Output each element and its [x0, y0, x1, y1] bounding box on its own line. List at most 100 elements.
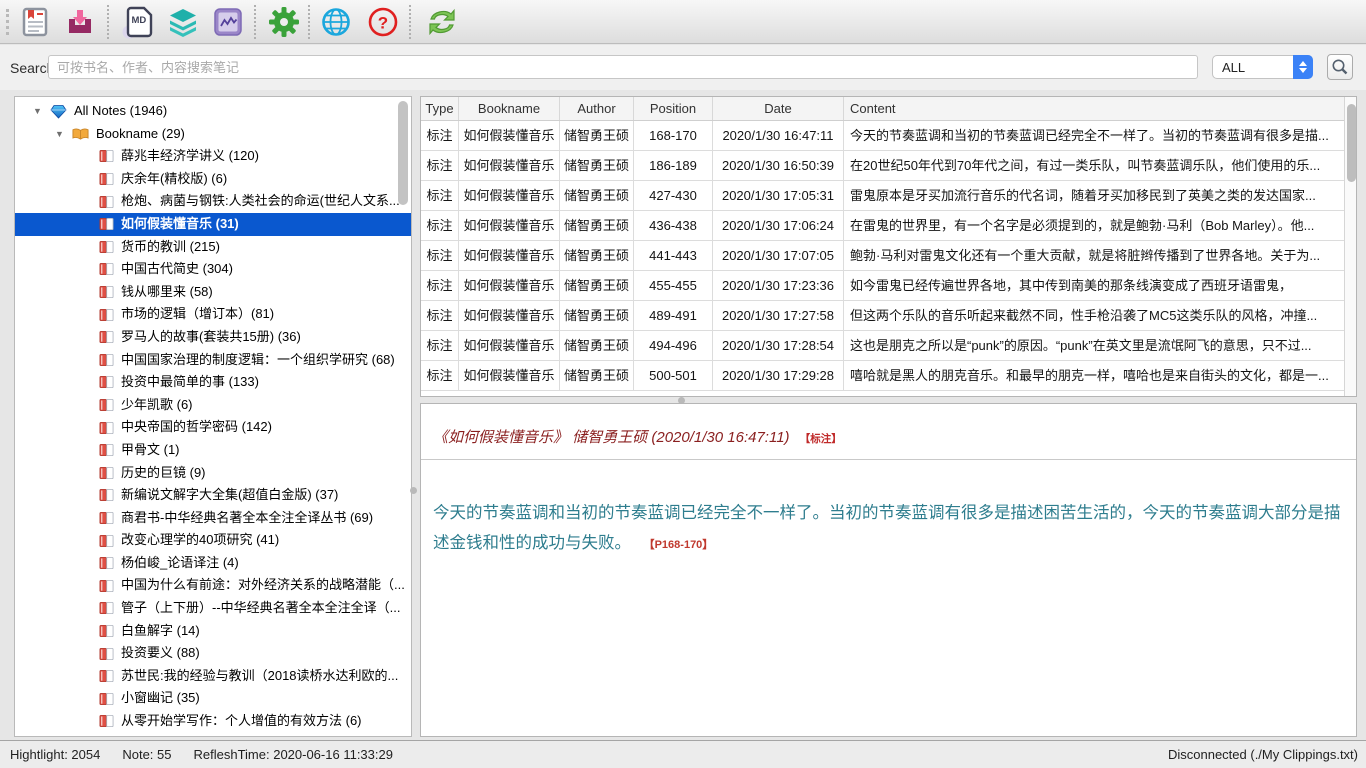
tree-item-book[interactable]: 枪炮、病菌与钢铁:人类社会的命运(世纪人文系...: [15, 190, 411, 213]
tree-item-book[interactable]: 杨伯峻_论语译注 (4): [15, 552, 411, 575]
table-row[interactable]: 标注如何假装懂音乐储智勇王硕500-5012020/1/30 17:29:28嘻…: [421, 361, 1356, 391]
red-book-icon: [99, 217, 114, 231]
table-cell: 489-491: [634, 301, 713, 330]
import-button[interactable]: [63, 5, 97, 39]
tree-item-book[interactable]: 小窗幽记 (35): [15, 687, 411, 710]
table-cell: 标注: [421, 361, 459, 390]
layers-export-button[interactable]: [166, 5, 200, 39]
tree-item-book[interactable]: 新编说文解字大全集(超值白金版) (37): [15, 484, 411, 507]
column-header-content[interactable]: Content: [844, 97, 1356, 120]
tree-item-book[interactable]: 中国国家治理的制度逻辑：一个组织学研究 (68): [15, 349, 411, 372]
red-book-icon: [99, 692, 114, 706]
search-input[interactable]: [48, 55, 1198, 79]
disclosure-triangle-icon[interactable]: ▼: [33, 100, 43, 123]
open-book-icon: [72, 127, 89, 141]
settings-button[interactable]: [267, 5, 301, 39]
table-row[interactable]: 标注如何假装懂音乐储智勇王硕441-4432020/1/30 17:07:05鲍…: [421, 241, 1356, 271]
tree-item-book[interactable]: 中国古代简史 (304): [15, 258, 411, 281]
tree-item-book[interactable]: 罗马人的故事(套装共15册) (36): [15, 326, 411, 349]
detail-position-badge: 【P168-170】: [644, 539, 714, 551]
tree-item-label: 投资中最简单的事 (133): [121, 371, 259, 394]
column-header-date[interactable]: Date: [713, 97, 844, 120]
dropdown-stepper: [1293, 55, 1313, 79]
tree-item-book[interactable]: 商君书-中华经典名著全本全注全译丛书 (69): [15, 507, 411, 530]
sidebar: ▼ All Notes (1946) ▼: [14, 96, 412, 737]
table-row[interactable]: 标注如何假装懂音乐储智勇王硕455-4552020/1/30 17:23:36如…: [421, 271, 1356, 301]
tree-item-book[interactable]: 市场的逻辑（增订本）(81): [15, 303, 411, 326]
tree-item-book[interactable]: 改变心理学的40项研究 (41): [15, 529, 411, 552]
table-cell: 储智勇王硕: [560, 181, 634, 210]
tree-item-book[interactable]: 苏世民:我的经验与教训（2018读桥水达利欧的...: [15, 665, 411, 688]
table-cell: 如何假装懂音乐: [459, 361, 560, 390]
tree-item-book[interactable]: 历史的巨镜 (9): [15, 462, 411, 485]
tree-item-book[interactable]: 投资中最简单的事 (133): [15, 371, 411, 394]
tree-item-book[interactable]: 少年凯歌 (6): [15, 394, 411, 417]
tree-item-label: 改变心理学的40项研究 (41): [121, 529, 279, 552]
table-cell: 如何假装懂音乐: [459, 301, 560, 330]
markdown-file-icon: MD: [121, 5, 155, 39]
tree-item-book[interactable]: 白鱼解字 (14): [15, 620, 411, 643]
table-row[interactable]: 标注如何假装懂音乐储智勇王硕494-4962020/1/30 17:28:54这…: [421, 331, 1356, 361]
tree-item-book[interactable]: 薛兆丰经济学讲义 (120): [15, 145, 411, 168]
tree-item-label: 新编说文解字大全集(超值白金版) (37): [121, 484, 338, 507]
tree-item-book[interactable]: 甲骨文 (1): [15, 439, 411, 462]
table-cell: 标注: [421, 241, 459, 270]
tree-item-book[interactable]: 管子（上下册）--中华经典名著全本全注全译（...: [15, 597, 411, 620]
table-row[interactable]: 标注如何假装懂音乐储智勇王硕168-1702020/1/30 16:47:11今…: [421, 121, 1356, 151]
statistics-button[interactable]: [211, 5, 245, 39]
red-book-icon: [99, 240, 114, 254]
column-header-type[interactable]: Type: [421, 97, 459, 120]
sync-refresh-icon: [425, 5, 459, 39]
tree-item-label: 枪炮、病菌与钢铁:人类社会的命运(世纪人文系...: [121, 190, 400, 213]
table-cell: 427-430: [634, 181, 713, 210]
table-scrollbar-thumb[interactable]: [1347, 104, 1356, 182]
tree-item-book[interactable]: 钱从哪里来 (58): [15, 281, 411, 304]
tree-item-all-notes[interactable]: ▼ All Notes (1946): [15, 100, 411, 123]
book-list: 薛兆丰经济学讲义 (120) 庆余年(精校版) (6) 枪炮、病菌与钢铁:人类社…: [15, 145, 411, 732]
tree-item-label: 中国国家治理的制度逻辑：一个组织学研究 (68): [121, 349, 395, 372]
table-body: 标注如何假装懂音乐储智勇王硕168-1702020/1/30 16:47:11今…: [421, 121, 1356, 391]
table-row[interactable]: 标注如何假装懂音乐储智勇王硕489-4912020/1/30 17:27:58但…: [421, 301, 1356, 331]
red-book-icon: [99, 421, 114, 435]
table-row[interactable]: 标注如何假装懂音乐储智勇王硕427-4302020/1/30 17:05:31雷…: [421, 181, 1356, 211]
column-header-author[interactable]: Author: [560, 97, 634, 120]
disclosure-triangle-icon[interactable]: ▼: [55, 123, 65, 146]
tree-item-book[interactable]: 投资要义 (88): [15, 642, 411, 665]
detail-date: (2020/1/30 16:47:11): [651, 429, 789, 446]
tree-item-book[interactable]: 庆余年(精校版) (6): [15, 168, 411, 191]
status-refresh-time: RefleshTime: 2020-06-16 11:33:29: [194, 747, 393, 762]
table-cell: 2020/1/30 17:06:24: [713, 211, 844, 240]
table-cell: 储智勇王硕: [560, 361, 634, 390]
tree-item-label: 从零开始学写作：个人增值的有效方法 (6): [121, 710, 362, 733]
table-cell: 494-496: [634, 331, 713, 360]
sidebar-scrollbar-thumb[interactable]: [398, 101, 408, 205]
vertical-splitter-handle-icon[interactable]: [410, 487, 417, 494]
table-row[interactable]: 标注如何假装懂音乐储智勇王硕186-1892020/1/30 16:50:39在…: [421, 151, 1356, 181]
column-header-position[interactable]: Position: [634, 97, 713, 120]
search-button[interactable]: [1327, 54, 1353, 80]
markdown-export-button[interactable]: MD: [121, 5, 155, 39]
tree-item-book[interactable]: 中国为什么有前途：对外经济关系的战略潜能（...: [15, 574, 411, 597]
table-cell: 标注: [421, 121, 459, 150]
column-header-bookname[interactable]: Bookname: [459, 97, 560, 120]
table-cell: 2020/1/30 16:47:11: [713, 121, 844, 150]
notes-document-button[interactable]: [18, 5, 52, 39]
tree-item-book[interactable]: 货币的教训 (215): [15, 236, 411, 259]
red-book-icon: [99, 556, 114, 570]
layers-icon: [167, 6, 199, 38]
table-scrollbar[interactable]: [1344, 97, 1356, 396]
tree-item-book[interactable]: 从零开始学写作：个人增值的有效方法 (6): [15, 710, 411, 733]
tree-item-book[interactable]: 如何假装懂音乐 (31): [15, 213, 411, 236]
magnifier-icon: [1331, 58, 1349, 76]
help-button[interactable]: ?: [366, 5, 400, 39]
filter-dropdown[interactable]: ALL: [1212, 55, 1313, 79]
toolbar-drag-handle[interactable]: [6, 9, 9, 35]
table-row[interactable]: 标注如何假装懂音乐储智勇王硕436-4382020/1/30 17:06:24在…: [421, 211, 1356, 241]
tree-item-label: 白鱼解字 (14): [121, 620, 200, 643]
web-button[interactable]: [319, 5, 353, 39]
red-book-icon: [99, 714, 114, 728]
tree-item-book[interactable]: 中央帝国的哲学密码 (142): [15, 416, 411, 439]
tree-item-label: 管子（上下册）--中华经典名著全本全注全译（...: [121, 597, 401, 620]
sync-button[interactable]: [425, 5, 459, 39]
tree-item-bookname-group[interactable]: ▼ Bookname (29): [15, 123, 411, 146]
